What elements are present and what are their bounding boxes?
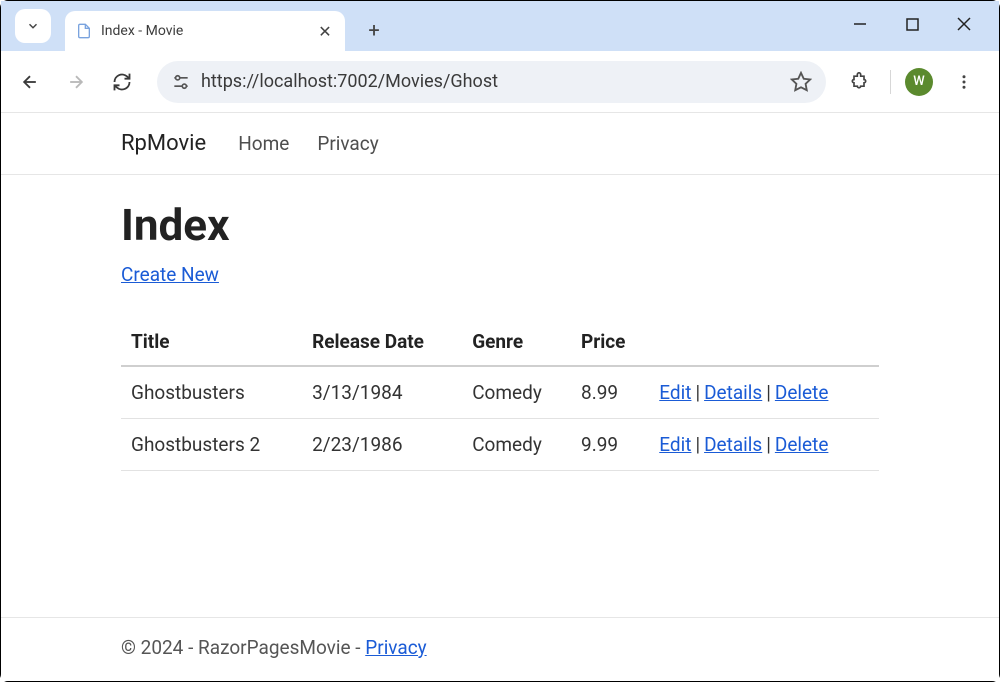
- page-content: RpMovie Home Privacy Index Create New Ti…: [1, 113, 999, 501]
- cell-title: Ghostbusters: [121, 366, 302, 419]
- window-controls: [845, 1, 993, 47]
- browser-tab[interactable]: Index - Movie ✕: [65, 11, 345, 51]
- col-genre: Genre: [462, 318, 571, 366]
- profile-avatar[interactable]: W: [905, 68, 933, 96]
- url-input[interactable]: [201, 71, 780, 92]
- table-row: Ghostbusters 2 2/23/1986 Comedy 9.99 Edi…: [121, 419, 879, 471]
- forward-button[interactable]: [57, 63, 95, 101]
- minimize-button[interactable]: [845, 9, 875, 39]
- site-settings-icon[interactable]: [171, 73, 191, 91]
- toolbar-divider: [890, 70, 891, 94]
- bookmark-icon[interactable]: [790, 71, 812, 93]
- col-actions: [649, 318, 879, 366]
- footer-privacy-link[interactable]: Privacy: [365, 636, 426, 659]
- brand-link[interactable]: RpMovie: [121, 131, 206, 156]
- col-release-date: Release Date: [302, 318, 462, 366]
- tab-title: Index - Movie: [101, 23, 315, 39]
- nav-home[interactable]: Home: [238, 132, 289, 155]
- cell-release-date: 3/13/1984: [302, 366, 462, 419]
- cell-price: 9.99: [571, 419, 649, 471]
- back-button[interactable]: [11, 63, 49, 101]
- menu-icon[interactable]: [947, 65, 981, 99]
- create-new-link[interactable]: Create New: [121, 263, 219, 286]
- table-header-row: Title Release Date Genre Price: [121, 318, 879, 366]
- file-icon: [75, 22, 93, 40]
- col-price: Price: [571, 318, 649, 366]
- cell-genre: Comedy: [462, 419, 571, 471]
- close-tab-icon[interactable]: ✕: [315, 22, 335, 41]
- chevron-down-icon: [26, 19, 40, 33]
- maximize-button[interactable]: [897, 9, 927, 39]
- delete-link[interactable]: Delete: [775, 381, 829, 404]
- movies-table: Title Release Date Genre Price Ghostbust…: [121, 318, 879, 471]
- delete-link[interactable]: Delete: [775, 433, 829, 456]
- cell-actions: Edit|Details|Delete: [649, 419, 879, 471]
- footer-copyright: © 2024 - RazorPagesMovie -: [121, 636, 365, 659]
- details-link[interactable]: Details: [704, 433, 762, 456]
- nav-privacy[interactable]: Privacy: [317, 132, 378, 155]
- cell-title: Ghostbusters 2: [121, 419, 302, 471]
- close-window-button[interactable]: [949, 9, 979, 39]
- table-row: Ghostbusters 3/13/1984 Comedy 8.99 Edit|…: [121, 366, 879, 419]
- edit-link[interactable]: Edit: [659, 381, 691, 404]
- cell-genre: Comedy: [462, 366, 571, 419]
- details-link[interactable]: Details: [704, 381, 762, 404]
- edit-link[interactable]: Edit: [659, 433, 691, 456]
- extensions-icon[interactable]: [842, 65, 876, 99]
- site-nav: RpMovie Home Privacy: [1, 113, 999, 175]
- browser-toolbar: W: [1, 51, 999, 113]
- cell-actions: Edit|Details|Delete: [649, 366, 879, 419]
- col-title: Title: [121, 318, 302, 366]
- cell-release-date: 2/23/1986: [302, 419, 462, 471]
- site-footer: © 2024 - RazorPagesMovie - Privacy: [1, 617, 999, 681]
- tab-search-button[interactable]: [15, 9, 51, 43]
- new-tab-button[interactable]: +: [359, 15, 389, 45]
- browser-tab-strip: Index - Movie ✕ +: [1, 1, 999, 51]
- cell-price: 8.99: [571, 366, 649, 419]
- reload-button[interactable]: [103, 63, 141, 101]
- address-bar[interactable]: [157, 61, 826, 103]
- page-title: Index: [121, 199, 879, 251]
